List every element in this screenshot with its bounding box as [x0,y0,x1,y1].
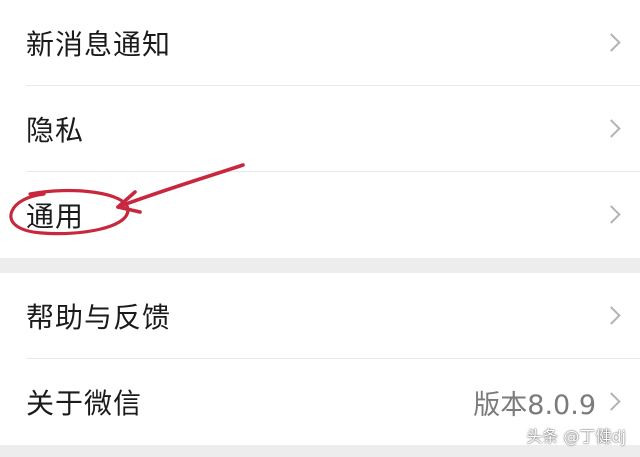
settings-item-label: 关于微信 [26,387,143,420]
settings-item-general[interactable]: 通用 [0,172,640,258]
settings-item-label: 帮助与反馈 [26,301,172,334]
chevron-right-icon [602,392,621,411]
settings-item-label: 新消息通知 [26,28,172,61]
settings-group-secondary: 帮助与反馈 关于微信 版本8.0.9 [0,273,640,445]
chevron-right-icon [602,119,621,138]
settings-item-notifications[interactable]: 新消息通知 [0,0,640,86]
settings-item-label: 隐私 [26,114,85,147]
settings-group-main: 新消息通知 隐私 通用 [0,0,640,258]
chevron-right-icon [602,205,621,224]
chevron-right-icon [602,33,621,52]
settings-item-help-feedback[interactable]: 帮助与反馈 [0,273,640,359]
version-value: 版本8.0.9 [473,389,596,421]
watermark: 头条 @丁健dj [526,427,626,446]
chevron-right-icon [602,306,621,325]
settings-item-label: 通用 [26,200,85,233]
settings-item-privacy[interactable]: 隐私 [0,86,640,172]
